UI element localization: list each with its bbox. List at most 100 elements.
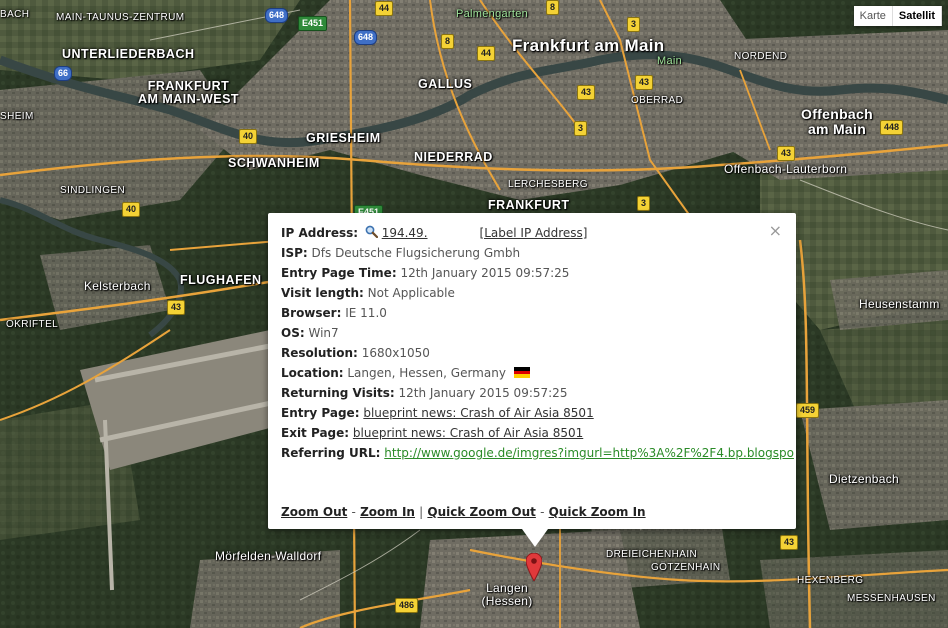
ip-address-link[interactable]: 194.49. [382, 225, 472, 241]
isp-value: Dfs Deutsche Flugsicherung Gmbh [311, 246, 521, 260]
shield-448: 448 [880, 120, 904, 135]
entry-page-row: Entry Page: blueprint news: Crash of Air… [281, 405, 766, 425]
exit-page-link[interactable]: blueprint news: Crash of Air Asia 8501 [353, 426, 583, 440]
label-sheim: SHEIM [0, 111, 34, 122]
referring-url-link[interactable]: http://www.google.de/imgres?imgurl=http%… [384, 446, 794, 460]
shield-43: 43 [167, 300, 186, 315]
isp-row: ISP: Dfs Deutsche Flugsicherung Gmbh [281, 245, 766, 265]
entry-page-label: Entry Page: [281, 406, 360, 420]
label-hexenberg: HEXENBERG [797, 575, 864, 586]
label-nordend: NORDEND [734, 51, 788, 62]
label-offenbach: Offenbach am Main [801, 106, 873, 137]
info-window-tail [522, 529, 548, 547]
quick-zoom-in-link[interactable]: Quick Zoom In [549, 505, 646, 519]
label-sindlingen: SINDLINGEN [60, 185, 126, 196]
ip-row: IP Address: 194.49. [Label IP Address] [281, 225, 766, 245]
germany-flag-icon [513, 367, 530, 378]
shield-44: 44 [375, 1, 394, 16]
shield-a648: 648 [265, 8, 289, 23]
shield-43: 43 [777, 146, 796, 161]
close-icon[interactable]: × [769, 221, 782, 240]
shield-8: 8 [441, 34, 455, 49]
referring-row: Referring URL: http://www.google.de/imgr… [281, 445, 794, 465]
label-goetzenhain: GÖTZENHAIN [651, 562, 721, 573]
label-messenhausen: MESSENHAUSEN [847, 593, 936, 604]
label-flughafen: FLUGHAFEN [180, 273, 262, 287]
zoom-controls: Zoom Out - Zoom In | Quick Zoom Out - Qu… [281, 505, 646, 519]
map-marker-icon[interactable] [526, 553, 542, 581]
label-offenbach-lauterborn: Offenbach-Lauterborn [724, 162, 848, 176]
entry-time-label: Entry Page Time: [281, 266, 397, 280]
browser-label: Browser: [281, 306, 342, 320]
exit-page-label: Exit Page: [281, 426, 350, 440]
shield-459: 459 [796, 403, 820, 418]
location-label: Location: [281, 366, 344, 380]
label-frankfurt: Frankfurt am Main [512, 36, 665, 55]
label-frankfurt-south: FRANKFURT [488, 198, 570, 212]
label-langen: Langen (Hessen) [481, 581, 533, 608]
returning-label: Returning Visits: [281, 386, 395, 400]
label-bach: BACH [0, 9, 30, 20]
separator: | [419, 505, 424, 519]
label-gallus: GALLUS [418, 77, 473, 91]
browser-value: IE 11.0 [345, 306, 387, 320]
shield-40: 40 [122, 202, 141, 217]
resolution-row: Resolution: 1680x1050 [281, 345, 766, 365]
label-griesheim: GRIESHEIM [306, 131, 381, 145]
search-icon[interactable] [365, 225, 378, 239]
label-niederrad: NIEDERRAD [414, 150, 493, 164]
visit-length-value: Not Applicable [367, 286, 455, 300]
referring-label: Referring URL: [281, 446, 381, 460]
map-type-control: Karte Satellit [853, 6, 942, 26]
shield-3: 3 [637, 196, 651, 211]
label-okriftel: OKRIFTEL [6, 319, 59, 330]
zoom-in-link[interactable]: Zoom In [360, 505, 415, 519]
entry-page-link[interactable]: blueprint news: Crash of Air Asia 8501 [363, 406, 593, 420]
map-type-satellite-button[interactable]: Satellit [892, 6, 942, 26]
shield-40: 40 [239, 129, 258, 144]
exit-page-row: Exit Page: blueprint news: Crash of Air … [281, 425, 766, 445]
isp-label: ISP: [281, 246, 308, 260]
label-schwanheim: SCHWANHEIM [228, 156, 320, 170]
shield-a66: 66 [54, 66, 73, 81]
shield-43: 43 [577, 85, 596, 100]
label-moerfelden: Mörfelden-Walldorf [215, 549, 322, 563]
shield-43: 43 [635, 75, 654, 90]
label-heusenstamm: Heusenstamm [859, 297, 940, 311]
label-kelsterbach: Kelsterbach [84, 279, 151, 293]
os-label: OS: [281, 326, 305, 340]
ip-label: IP Address: [281, 226, 359, 240]
zoom-out-link[interactable]: Zoom Out [281, 505, 347, 519]
label-frankfurt-west: FRANKFURT AM MAIN-WEST [137, 79, 240, 107]
resolution-label: Resolution: [281, 346, 358, 360]
label-main-river: Main [657, 55, 683, 67]
separator: - [540, 505, 545, 519]
map-type-karte-button[interactable]: Karte [853, 6, 893, 26]
label-main-taunus-zentrum: MAIN-TAUNUS-ZENTRUM [56, 12, 185, 23]
os-value: Win7 [308, 326, 339, 340]
location-value: Langen, Hessen, Germany [347, 366, 506, 380]
label-ip-address-link[interactable]: [Label IP Address] [480, 226, 588, 240]
shield-44: 44 [477, 46, 496, 61]
separator: - [351, 505, 356, 519]
label-oberrad: OBERRAD [631, 95, 684, 106]
visit-length-row: Visit length: Not Applicable [281, 285, 766, 305]
shield-3: 3 [627, 17, 641, 32]
quick-zoom-out-link[interactable]: Quick Zoom Out [427, 505, 535, 519]
shield-486: 486 [395, 598, 419, 613]
label-unterliederbach: UNTERLIEDERBACH [62, 47, 195, 61]
visit-length-label: Visit length: [281, 286, 364, 300]
location-row: Location: Langen, Hessen, Germany [281, 365, 766, 385]
returning-value: 12th January 2015 09:57:25 [398, 386, 568, 400]
label-lerchesberg: LERCHESBERG [508, 179, 588, 190]
label-dietzenbach: Dietzenbach [829, 472, 900, 486]
shield-3: 3 [574, 121, 588, 136]
entry-time-row: Entry Page Time: 12th January 2015 09:57… [281, 265, 766, 285]
browser-row: Browser: IE 11.0 [281, 305, 766, 325]
entry-time-value: 12th January 2015 09:57:25 [400, 266, 570, 280]
visitor-info-window: × IP Address: 194.49. [Label IP Address]… [268, 213, 796, 529]
returning-row: Returning Visits: 12th January 2015 09:5… [281, 385, 766, 405]
os-row: OS: Win7 [281, 325, 766, 345]
resolution-value: 1680x1050 [361, 346, 430, 360]
label-palmengarten: Palmengarten [456, 8, 529, 20]
